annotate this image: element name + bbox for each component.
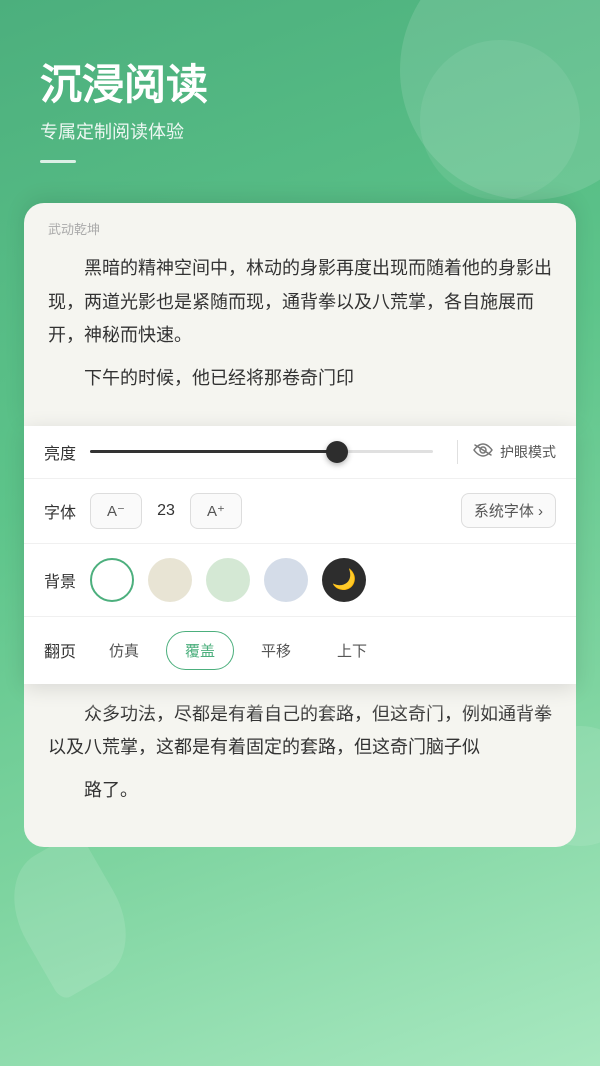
brightness-row: 亮度 护眼模式: [24, 426, 576, 479]
page-title: 沉浸阅读: [40, 60, 560, 110]
pageturn-slide-button[interactable]: 平移: [242, 631, 310, 670]
font-family-button[interactable]: 系统字体 ›: [461, 493, 556, 528]
pageturn-label: 翻页: [44, 638, 90, 662]
bg-white-option[interactable]: [90, 558, 134, 602]
eye-icon: [472, 441, 494, 462]
font-label: 字体: [44, 499, 90, 523]
font-size-display: 23: [152, 502, 180, 520]
eye-mode-label: 护眼模式: [500, 442, 556, 462]
font-family-label: 系统字体 ›: [474, 500, 543, 521]
bg-cream-option[interactable]: [148, 558, 192, 602]
pageturn-cover-button[interactable]: 覆盖: [166, 631, 234, 670]
font-row: 字体 A⁻ 23 A⁺ 系统字体 ›: [24, 479, 576, 544]
pageturn-simulated-button[interactable]: 仿真: [90, 631, 158, 670]
bg-mint-option[interactable]: [206, 558, 250, 602]
bg-dark-option[interactable]: 🌙: [322, 558, 366, 602]
font-increase-button[interactable]: A⁺: [190, 493, 242, 529]
moon-icon: 🌙: [332, 567, 357, 592]
pageturn-row: 翻页 仿真 覆盖 平移 上下: [24, 617, 576, 684]
eye-mode-button[interactable]: 护眼模式: [472, 441, 556, 462]
brightness-label: 亮度: [44, 440, 90, 464]
header: 沉浸阅读 专属定制阅读体验: [0, 0, 600, 183]
header-line: [40, 160, 76, 163]
reader-paragraph-1: 黑暗的精神空间中，林动的身影再度出现而随着他的身影出现，两道光影也是紧随而现，通…: [48, 252, 552, 352]
divider: [457, 440, 458, 464]
bg-content: 🌙: [90, 558, 556, 602]
background-row: 背景 🌙: [24, 544, 576, 617]
brightness-content: [90, 450, 443, 453]
book-title: 武动乾坤: [48, 219, 552, 238]
pageturn-vertical-button[interactable]: 上下: [318, 631, 386, 670]
bottom-paragraph-1: 众多功法，尽都是有着自己的套路，但这奇门，例如通背拳以及八荒掌，这都是有着固定的…: [48, 698, 552, 765]
pageturn-content: 仿真 覆盖 平移 上下: [90, 631, 556, 670]
bottom-paragraph-2: 路了。: [48, 774, 552, 807]
reader-paragraph-2: 下午的时候，他已经将那卷奇门印: [48, 362, 552, 395]
reader-text-area: 黑暗的精神空间中，林动的身影再度出现而随着他的身影出现，两道光影也是紧随而现，通…: [48, 252, 552, 395]
brightness-thumb[interactable]: [326, 441, 348, 463]
font-content: A⁻ 23 A⁺ 系统字体 ›: [90, 493, 556, 529]
bottom-text: 众多功法，尽都是有着自己的套路，但这奇门，例如通背拳以及八荒掌，这都是有着固定的…: [48, 698, 552, 808]
bg-blue-option[interactable]: [264, 558, 308, 602]
bg-label: 背景: [44, 568, 90, 592]
bottom-text-area: 众多功法，尽都是有着自己的套路，但这奇门，例如通背拳以及八荒掌，这都是有着固定的…: [24, 684, 576, 848]
settings-panel: 亮度 护眼模式 字体 A⁻ 23: [24, 426, 576, 684]
reader-card-content: 武动乾坤 黑暗的精神空间中，林动的身影再度出现而随着他的身影出现，两道光影也是紧…: [24, 203, 576, 425]
brightness-fill: [90, 450, 337, 453]
brightness-slider-track[interactable]: [90, 450, 433, 453]
font-decrease-button[interactable]: A⁻: [90, 493, 142, 529]
page-subtitle: 专属定制阅读体验: [40, 118, 560, 144]
reader-card: 武动乾坤 黑暗的精神空间中，林动的身影再度出现而随着他的身影出现，两道光影也是紧…: [24, 203, 576, 425]
